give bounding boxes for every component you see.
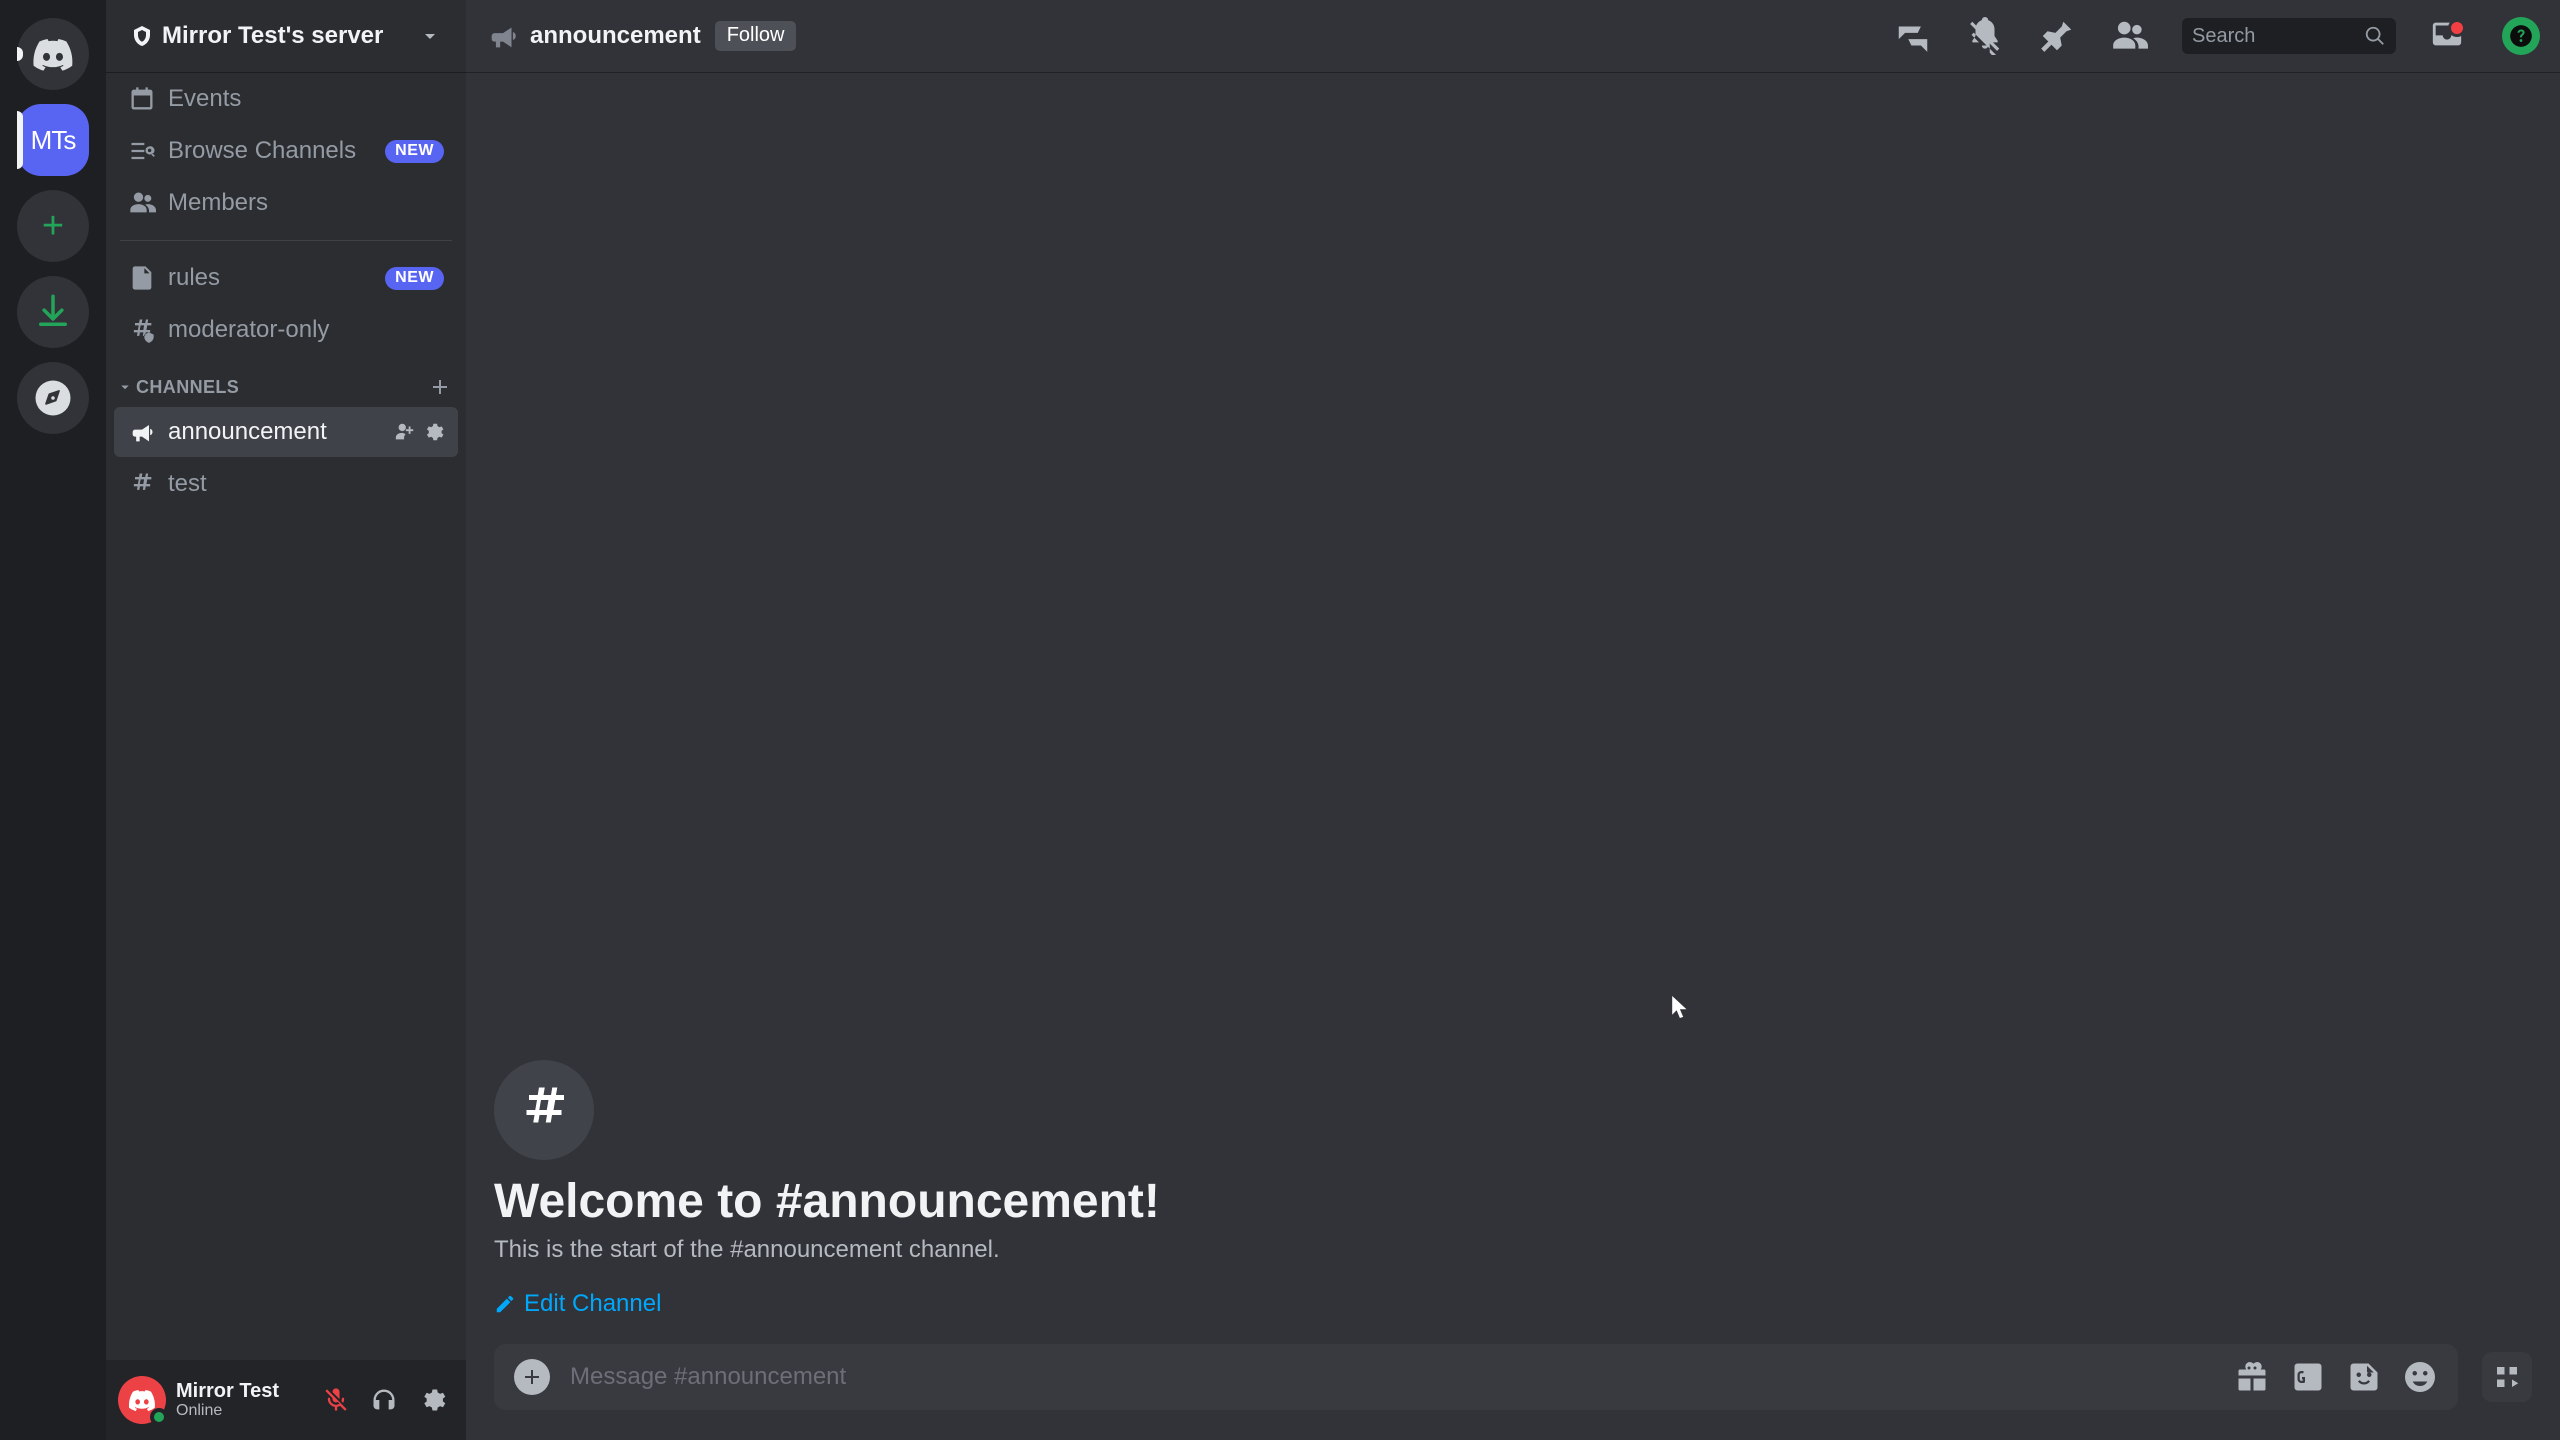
compass-icon [32,377,74,419]
search-icon [2364,25,2386,47]
nav-events[interactable]: Events [114,74,458,124]
apps-button[interactable] [2482,1352,2532,1402]
add-server-button[interactable]: + [17,190,89,262]
download-icon [32,291,74,333]
category-channels[interactable]: CHANNELS [106,357,466,405]
inbox-icon [2430,17,2464,51]
user-settings-button[interactable] [410,1378,454,1422]
user-status: Online [176,1402,304,1420]
gift-icon[interactable] [2234,1359,2270,1395]
invite-icon[interactable] [394,421,416,443]
download-apps-button[interactable] [17,276,89,348]
server-name: Mirror Test's server [162,22,418,50]
status-indicator [150,1408,168,1426]
browse-icon [128,137,156,165]
composer-placeholder: Message #announcement [570,1363,2214,1391]
announcement-icon [128,418,156,446]
apps-icon [2492,1362,2522,1392]
edit-channel-link[interactable]: Edit Channel [494,1290,661,1318]
boost-icon [130,24,154,48]
help-icon [2508,23,2534,49]
cursor-icon [1672,996,1690,1018]
calendar-icon [128,85,156,113]
plus-icon [520,1365,544,1389]
channel-rules[interactable]: rules NEW [114,253,458,303]
inbox-button[interactable] [2430,17,2468,55]
gear-icon[interactable] [422,421,444,443]
welcome-subtitle: This is the start of the #announcement c… [494,1234,2532,1266]
member-list-icon[interactable] [2110,17,2148,55]
search-placeholder: Search [2192,25,2364,48]
search-input[interactable]: Search [2182,18,2396,54]
chevron-down-icon [116,378,134,396]
mute-button[interactable] [314,1378,358,1422]
nav-browse-channels[interactable]: Browse Channels NEW [114,126,458,176]
gear-icon [418,1386,446,1414]
hash-icon [514,1080,574,1140]
home-button[interactable] [17,18,89,90]
emoji-icon[interactable] [2402,1359,2438,1395]
user-avatar[interactable] [118,1376,166,1424]
sticker-icon[interactable] [2346,1359,2382,1395]
rules-icon [128,264,156,292]
hash-icon [128,470,156,498]
nav-members[interactable]: Members [114,178,458,228]
user-panel: Mirror Test Online [106,1360,466,1440]
pencil-icon [494,1293,516,1315]
notifications-muted-icon[interactable] [1966,17,2004,55]
new-badge: NEW [385,267,444,290]
announcement-icon [486,19,520,53]
help-button[interactable] [2502,17,2540,55]
mic-muted-icon [322,1386,350,1414]
channel-test[interactable]: test [114,459,458,509]
message-composer[interactable]: Message #announcement [494,1344,2458,1410]
follow-button[interactable]: Follow [715,21,797,51]
channel-sidebar: Mirror Test's server Events Browse Chann… [106,0,466,1440]
discord-logo-icon [32,33,74,75]
channel-announcement[interactable]: announcement [114,407,458,457]
channel-titlebar: announcement Follow Search [466,0,2560,72]
members-icon [128,189,156,217]
main-panel: announcement Follow Search Welcome to #a… [466,0,2560,1440]
server-header[interactable]: Mirror Test's server [106,0,466,72]
channel-moderator-only[interactable]: moderator-only [114,305,458,355]
gif-icon[interactable] [2290,1359,2326,1395]
welcome-hash-badge [494,1060,594,1160]
headphones-icon [370,1386,398,1414]
server-abbr: MTs [31,125,76,156]
chevron-down-icon [418,24,442,48]
plus-icon[interactable] [428,375,452,399]
channel-title: announcement [530,22,701,50]
chat-area: Welcome to #announcement! This is the st… [466,72,2560,1344]
pinned-icon[interactable] [2038,17,2076,55]
threads-icon[interactable] [1894,17,1932,55]
new-badge: NEW [385,140,444,163]
channel-welcome: Welcome to #announcement! This is the st… [494,1060,2532,1320]
deafen-button[interactable] [362,1378,406,1422]
explore-button[interactable] [17,362,89,434]
attach-button[interactable] [514,1359,550,1395]
server-rail: MTs + [0,0,106,1440]
hash-shield-icon [128,316,156,344]
user-display-name: Mirror Test [176,1380,304,1402]
welcome-title: Welcome to #announcement! [494,1174,2532,1230]
sidebar-divider [120,240,452,241]
server-icon[interactable]: MTs [17,104,89,176]
